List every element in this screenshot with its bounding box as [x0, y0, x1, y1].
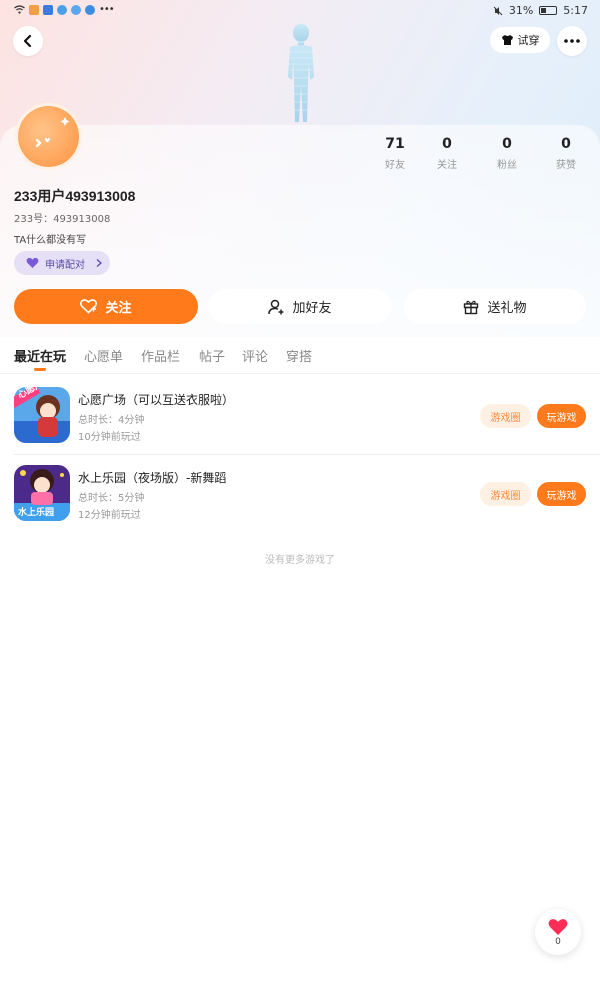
stat-label: 好友	[385, 160, 405, 171]
more-options-button[interactable]	[557, 26, 587, 56]
status-bar: ••• 31% 5:17	[0, 0, 600, 22]
like-count: 0	[555, 936, 561, 947]
game-last-played: 10分钟前玩过	[78, 432, 141, 443]
battery-percent: 31%	[508, 4, 534, 17]
stat-label: 获赞	[556, 160, 576, 171]
game-last-played: 12分钟前玩过	[78, 510, 141, 521]
game-icon-text: 水上乐园	[18, 508, 55, 518]
more-dots-icon	[564, 39, 580, 43]
follow-button[interactable]: 关注	[14, 289, 198, 324]
wifi-icon	[14, 5, 25, 14]
stat-fans[interactable]: 0 粉丝	[482, 136, 532, 171]
list-item[interactable]: 水上乐园 水上乐园（夜场版）-新舞蹈 总时长：5分钟 12分钟前玩过 游戏圈 玩…	[0, 465, 600, 535]
avatar-face-icon	[35, 117, 70, 148]
heart-plus-icon	[80, 299, 98, 314]
stat-likes[interactable]: 0 获赞	[541, 136, 591, 171]
add-user-icon	[268, 299, 284, 314]
heart-icon	[26, 257, 39, 268]
row-divider	[14, 454, 600, 455]
follow-label: 关注	[105, 301, 132, 316]
tab-comments[interactable]: 评论	[242, 346, 268, 365]
add-friend-button[interactable]: 加好友	[209, 289, 391, 324]
status-icons-left: •••	[14, 4, 115, 15]
tab-posts[interactable]: 帖子	[199, 346, 225, 365]
user-bio: TA什么都没有写	[14, 235, 87, 246]
tab-outfits[interactable]: 穿搭	[286, 346, 312, 365]
stat-value: 0	[502, 136, 512, 152]
chevron-left-icon	[23, 34, 32, 48]
game-circle-button[interactable]: 游戏圈	[480, 482, 531, 506]
tab-works[interactable]: 作品栏	[141, 346, 180, 365]
heart-icon	[548, 918, 568, 935]
stat-value: 0	[561, 136, 571, 152]
more-notifications-icon: •••	[99, 4, 115, 15]
apply-pairing-button[interactable]: 申请配对	[14, 251, 110, 275]
game-duration: 总时长：4分钟	[78, 415, 145, 426]
try-on-label: 试穿	[517, 34, 540, 47]
game-duration: 总时长：5分钟	[78, 493, 145, 504]
game-icon[interactable]: 水上乐园	[14, 465, 70, 521]
tab-wishlist[interactable]: 心愿单	[84, 346, 123, 365]
back-button[interactable]	[13, 26, 43, 56]
avatar[interactable]	[15, 103, 82, 170]
user-id: 233号：493913008	[14, 214, 111, 225]
status-icons-right: 31% 5:17	[493, 4, 588, 17]
game-circle-button[interactable]: 游戏圈	[480, 404, 531, 428]
chevron-right-icon	[96, 259, 102, 267]
stat-label: 粉丝	[497, 160, 517, 171]
stat-label: 关注	[437, 160, 457, 171]
apply-pairing-label: 申请配对	[45, 259, 85, 271]
like-button[interactable]: 0	[535, 909, 581, 955]
add-friend-label: 加好友	[292, 301, 332, 316]
tshirt-icon	[501, 35, 513, 45]
play-game-button[interactable]: 玩游戏	[537, 404, 586, 428]
send-gift-label: 送礼物	[487, 301, 527, 316]
notification-app-icon	[29, 4, 39, 15]
stat-following[interactable]: 0 关注	[422, 136, 472, 171]
stat-value: 71	[385, 136, 405, 152]
username: 233用户493913008	[14, 188, 136, 204]
try-on-button[interactable]: 试穿	[490, 27, 550, 53]
stat-value: 0	[442, 136, 452, 152]
notification-app-icon	[71, 4, 81, 15]
play-game-button[interactable]: 玩游戏	[537, 482, 586, 506]
active-tab-indicator	[34, 368, 46, 371]
gift-icon	[464, 300, 479, 314]
list-item[interactable]: 心愿广 心愿广场（可以互送衣服啦） 总时长：4分钟 10分钟前玩过 游戏圈 玩游…	[0, 387, 600, 457]
game-title: 心愿广场（可以互送衣服啦）	[78, 393, 235, 407]
tab-recently-played[interactable]: 最近在玩	[14, 346, 66, 365]
avatar-3d-figure[interactable]	[272, 22, 330, 126]
notification-app-icon	[43, 4, 53, 15]
notification-app-icon	[85, 4, 95, 15]
tabs-divider	[0, 373, 600, 374]
content-tabs: 最近在玩 心愿单 作品栏 帖子 评论 穿搭	[0, 337, 600, 373]
clock: 5:17	[563, 4, 588, 17]
stat-friends[interactable]: 71 好友	[370, 136, 420, 171]
battery-icon	[539, 6, 558, 15]
game-icon[interactable]: 心愿广	[14, 387, 70, 443]
no-more-games-text: 没有更多游戏了	[265, 555, 335, 566]
send-gift-button[interactable]: 送礼物	[404, 289, 586, 324]
notification-app-icon	[57, 4, 67, 15]
game-title: 水上乐园（夜场版）-新舞蹈	[78, 471, 227, 485]
mute-icon	[493, 6, 503, 15]
